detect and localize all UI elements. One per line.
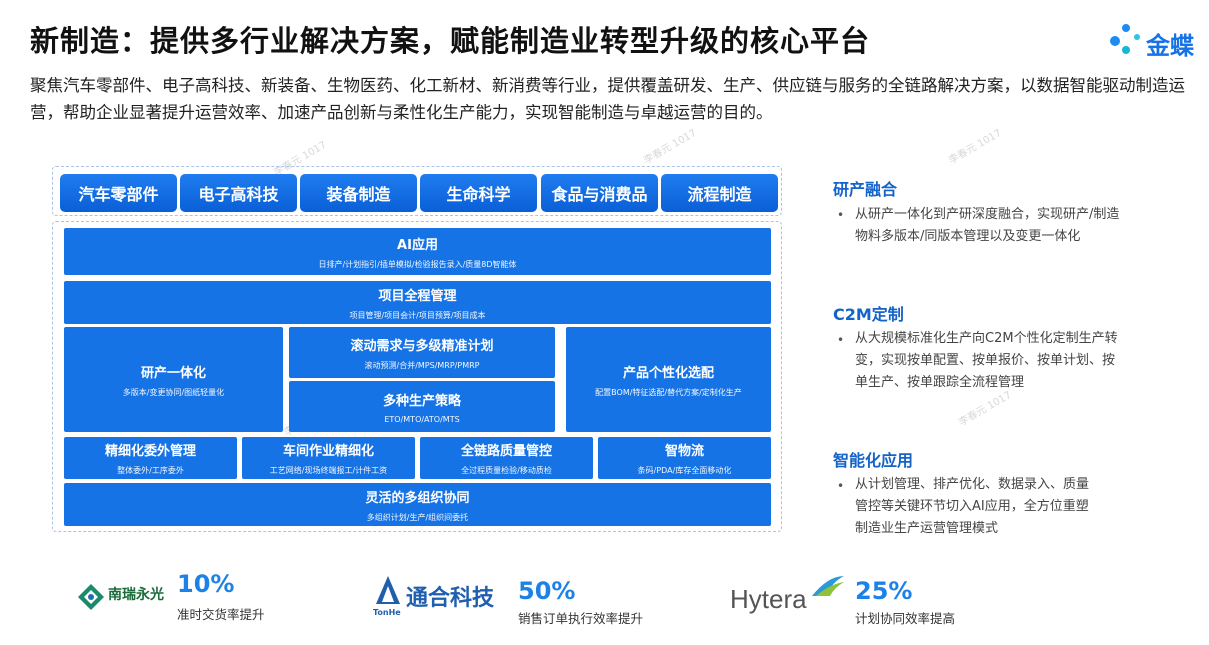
watermark: 李春元 1017 xyxy=(642,127,699,167)
module-title: 项目全程管理 xyxy=(378,288,457,304)
bullet-icon: • xyxy=(837,333,845,347)
module-sub: ETO/MTO/ATO/MTS xyxy=(384,414,460,424)
industry-equipment[interactable]: 装备制造 xyxy=(300,174,417,212)
stat-value-tonhe: 50% xyxy=(518,577,576,605)
feature-text-ai: 从计划管理、排产优化、数据录入、质量 管控等关键环节切入AI应用，全方位重塑 制… xyxy=(855,477,1090,536)
module-outsource[interactable]: 精细化委外管理 整体委外/工序委外 xyxy=(64,437,237,479)
industry-process[interactable]: 流程制造 xyxy=(661,174,778,212)
tonhe-logo-sub: TonHe xyxy=(373,608,401,617)
module-title: 多种生产策略 xyxy=(382,393,461,409)
module-ai[interactable]: AI应用 日排产/计划指引/插单模拟/检验报告录入/质量8D智能体 xyxy=(64,228,771,275)
logo-text: 金蝶 xyxy=(1146,32,1194,60)
industry-life-science[interactable]: 生命科学 xyxy=(420,174,537,212)
nari-emblem-icon xyxy=(78,584,104,610)
module-rd[interactable]: 研产一体化 多版本/变更协同/图纸轻量化 xyxy=(64,327,283,432)
module-project[interactable]: 项目全程管理 项目管理/项目会计/项目预算/项目成本 xyxy=(64,281,771,324)
module-sub: 滚动预测/合并/MPS/MRP/PMRP xyxy=(364,360,480,370)
stat-value-nari: 10% xyxy=(177,570,235,598)
module-title: 智物流 xyxy=(664,444,704,459)
module-title: 滚动需求与多级精准计划 xyxy=(350,338,494,354)
module-sub: 整体委外/工序委外 xyxy=(117,466,184,475)
industry-electronics[interactable]: 电子高科技 xyxy=(180,174,297,212)
stat-label-hytera: 计划协同效率提高 xyxy=(855,611,956,626)
module-sub: 日排产/计划指引/插单模拟/检验报告录入/质量8D智能体 xyxy=(318,259,517,269)
module-multiorg[interactable]: 灵活的多组织协同 多组织计划/生产/组织间委托 xyxy=(64,483,771,526)
bullet-icon: • xyxy=(837,208,845,222)
industry-food-consumer[interactable]: 食品与消费品 xyxy=(541,174,658,212)
tonhe-logo-text: 通合科技 xyxy=(406,585,495,611)
nari-logo: 南瑞永光 xyxy=(76,578,168,618)
module-sub: 多组织计划/生产/组织间委托 xyxy=(366,512,469,522)
feature-title-ai: 智能化应用 xyxy=(833,451,914,470)
hytera-wing-icon xyxy=(812,576,844,596)
kingdee-logo: 金蝶 xyxy=(1108,22,1203,62)
bullet-icon: • xyxy=(837,479,845,493)
tonhe-logo: TonHe 通合科技 xyxy=(372,574,512,620)
module-title: 研产一体化 xyxy=(140,365,206,381)
module-config[interactable]: 产品个性化选配 配置BOM/特征选配/替代方案/定制化生产 xyxy=(566,327,771,432)
module-sub: 条码/PDA/库存全面移动化 xyxy=(637,466,732,475)
hytera-logo: Hytera xyxy=(730,574,848,618)
module-sub: 全过程质量检验/移动质检 xyxy=(461,466,552,475)
module-workshop[interactable]: 车间作业精细化 工艺网络/现场终端报工/计件工资 xyxy=(242,437,415,479)
feature-text-c2m: 从大规模标准化生产向C2M个性化定制生产转 变，实现按单配置、按单报价、按单计划… xyxy=(855,331,1118,390)
module-title: 精细化委外管理 xyxy=(104,444,196,459)
page-description: 聚焦汽车零部件、电子高科技、新装备、生物医药、化工新材、新消费等行业，提供覆盖研… xyxy=(30,76,1185,122)
industry-auto-parts[interactable]: 汽车零部件 xyxy=(60,174,177,212)
watermark: 李春元 1017 xyxy=(947,127,1004,167)
module-sub: 项目管理/项目会计/项目预算/项目成本 xyxy=(349,310,486,320)
module-title: AI应用 xyxy=(397,237,438,253)
module-strategy[interactable]: 多种生产策略 ETO/MTO/ATO/MTS xyxy=(289,381,555,432)
stat-label-nari: 准时交货率提升 xyxy=(177,607,265,622)
module-quality[interactable]: 全链路质量管控 全过程质量检验/移动质检 xyxy=(420,437,593,479)
stat-value-hytera: 25% xyxy=(855,577,913,605)
feature-title-rd-fusion: 研产融合 xyxy=(833,180,898,199)
module-sub: 工艺网络/现场终端报工/计件工资 xyxy=(269,466,388,475)
page-title: 新制造：提供多行业解决方案，赋能制造业转型升级的核心平台 xyxy=(30,24,871,58)
module-title: 全链路质量管控 xyxy=(460,444,552,459)
module-title: 车间作业精细化 xyxy=(282,444,374,459)
module-title: 产品个性化选配 xyxy=(622,365,714,381)
module-logistics[interactable]: 智物流 条码/PDA/库存全面移动化 xyxy=(598,437,771,479)
stat-label-tonhe: 销售订单执行效率提升 xyxy=(518,611,644,626)
hytera-logo-text: Hytera xyxy=(730,584,807,614)
feature-title-c2m: C2M定制 xyxy=(833,305,904,324)
module-sub: 多版本/变更协同/图纸轻量化 xyxy=(122,387,225,397)
module-sub: 配置BOM/特征选配/替代方案/定制化生产 xyxy=(595,387,742,397)
tonhe-emblem-icon xyxy=(376,576,400,604)
nari-logo-text: 南瑞永光 xyxy=(108,587,164,603)
module-rolling-plan[interactable]: 滚动需求与多级精准计划 滚动预测/合并/MPS/MRP/PMRP xyxy=(289,327,555,378)
module-title: 灵活的多组织协同 xyxy=(365,490,470,506)
feature-text-rd-fusion: 从研产一体化到产研深度融合，实现研产/制造 物料多版本/同版本管理以及变更一体化 xyxy=(855,207,1120,244)
